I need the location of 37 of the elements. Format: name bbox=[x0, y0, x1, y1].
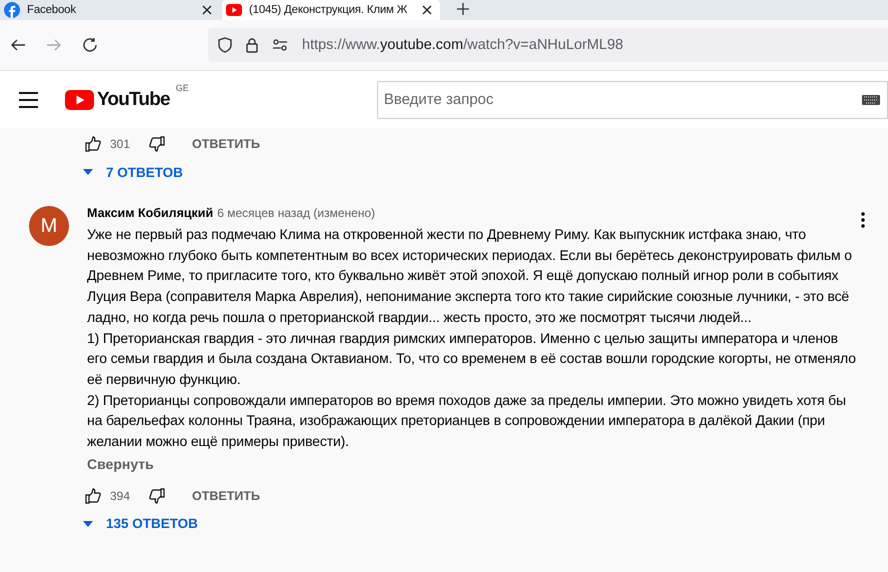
author-name: Максим Кобиляцкий bbox=[87, 206, 214, 220]
thumbs-down-icon[interactable] bbox=[148, 486, 166, 505]
replies-toggle[interactable]: 135 ОТВЕТОВ bbox=[83, 512, 888, 536]
comment-text: 1) Преторианская гвардия - это личная гвардия римских императоров. Именно с целью защиты императора и членов его семьи гвардия и была создана Октавианом. То, что со временем в её состав вошли городские когорты, не отменяло её первичную функцию. bbox=[87, 328, 857, 389]
comment-text: 2) Преторианцы сопровождали императоров во время походов даже за пределы империи. Это можно увидеть хотя бы на барельефах колонны Траяна, изображающих преторианцев в сопровождении императора в далёкой Дакии (при желании можно ещё примеры привести). bbox=[87, 390, 847, 452]
region-code: GE bbox=[176, 82, 189, 92]
collapse-link[interactable]: Свернуть bbox=[87, 456, 154, 472]
thumbs-up-icon[interactable] bbox=[84, 135, 102, 153]
reply-button[interactable]: ОТВЕТИТЬ bbox=[186, 133, 266, 155]
keyboard-icon[interactable] bbox=[862, 94, 880, 104]
comment-text: Уже не первый раз подмечаю Клима на откровенной жести по Древнему Риму. Как выпускник истфака знаю, что невозможно глубоко быть компетентным во всех исторических периодах. Если вы берётесь деконструировать фильм о Древнем Риме, то пригласите того, кто буквально живёт этой эпохой. Я ещё допускаю полный игнор роли в событиях Луция Вера (соправителя Марка Аврелия), непонимание эксперта того кто такие сирийские союзные лучники, - это всё ладно, но когда речь пошла о преторианской гвардии... жесть просто, это же посмотрят тысячи людей... bbox=[87, 225, 853, 327]
comment-time: 6 месяцев назад (изменено) bbox=[217, 206, 376, 220]
reply-button[interactable]: ОТВЕТИТЬ bbox=[186, 484, 266, 507]
like-count: 394 bbox=[110, 488, 130, 503]
menu-icon[interactable] bbox=[19, 92, 38, 108]
logo-text: YouTube bbox=[96, 88, 170, 110]
thumbs-up-icon[interactable] bbox=[84, 486, 102, 505]
replies-toggle[interactable]: 7 ОТВЕТОВ bbox=[83, 160, 888, 184]
more-options-icon[interactable] bbox=[860, 212, 866, 228]
browser-tab[interactable]: Facebook bbox=[0, 0, 220, 20]
close-icon[interactable] bbox=[422, 5, 432, 15]
facebook-icon bbox=[4, 2, 20, 18]
browser-tab[interactable]: (1045) Деконструкция. Клим Ж bbox=[222, 0, 440, 20]
thumbs-down-icon[interactable] bbox=[148, 135, 166, 153]
play-icon bbox=[226, 4, 242, 16]
caret-icon bbox=[83, 520, 93, 527]
like-count: 301 bbox=[110, 137, 130, 151]
url-text: https://www.youtube.com/watch?v=aNHuLorML98 bbox=[302, 37, 624, 53]
search-field[interactable]: Введите запрос bbox=[376, 80, 888, 118]
address-bar[interactable]: https://www.youtube.com/watch?v=aNHuLorML98 bbox=[208, 28, 888, 62]
shield-icon bbox=[218, 37, 232, 53]
caret-icon bbox=[83, 169, 93, 175]
avatar: М bbox=[29, 206, 69, 246]
lock-icon bbox=[246, 38, 258, 52]
play-icon bbox=[64, 90, 94, 110]
sliders-icon bbox=[272, 39, 288, 51]
close-icon[interactable] bbox=[202, 5, 212, 15]
